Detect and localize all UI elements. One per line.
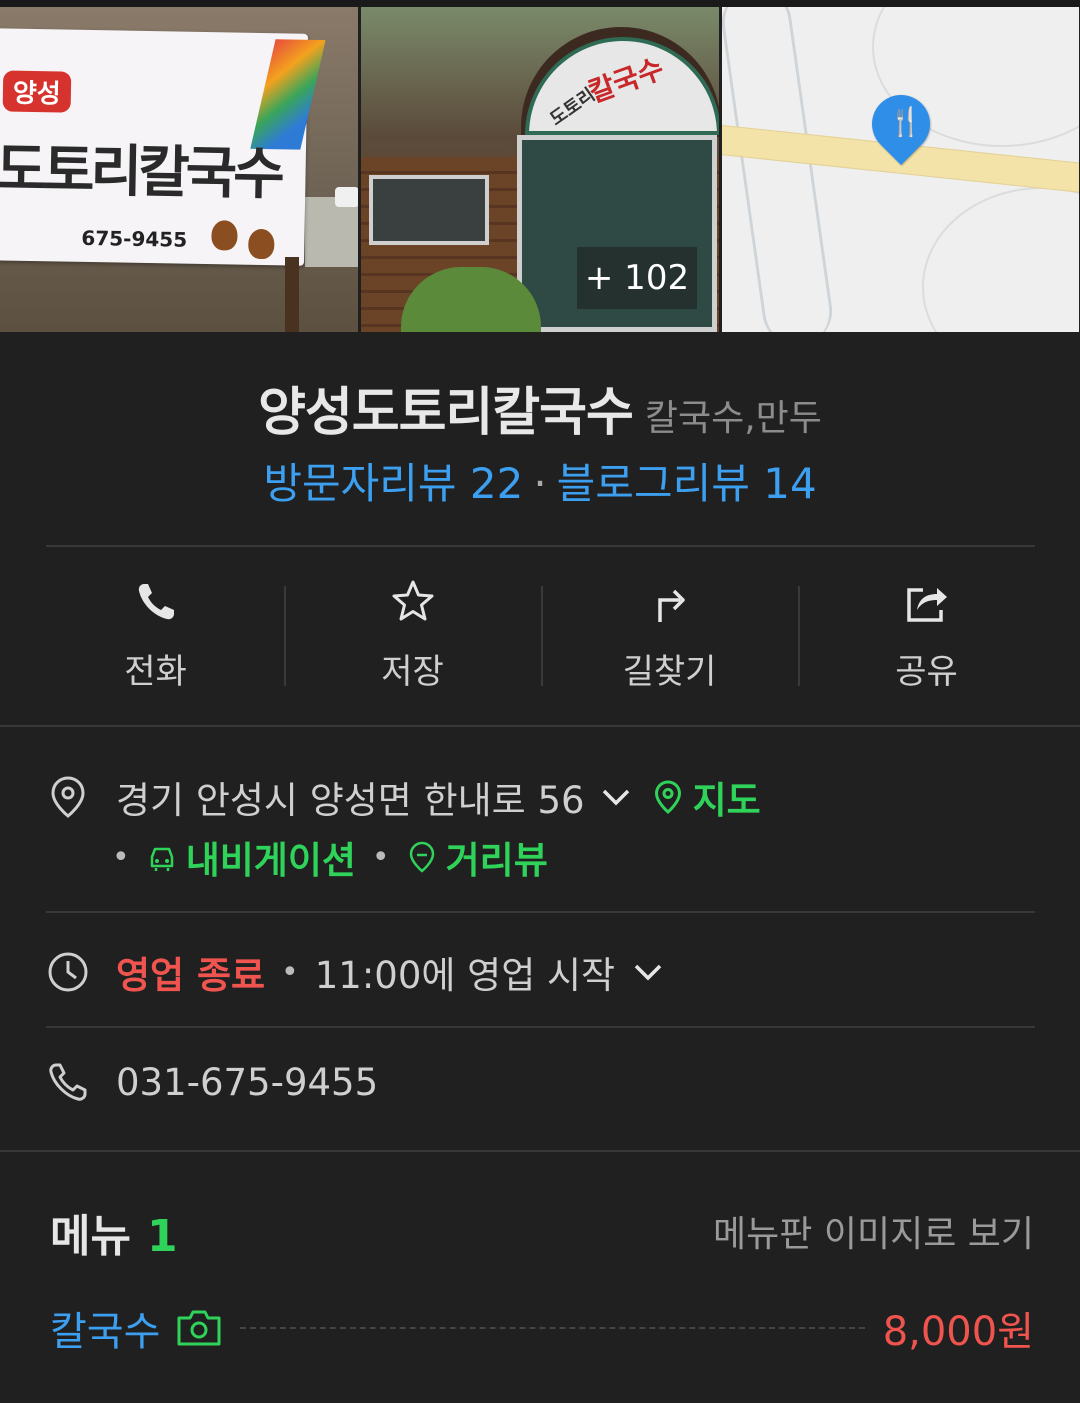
menu-board-link[interactable]: 메뉴판 이미지로 보기 [713,1205,1034,1257]
action-bar: 전화 저장 길찾기 공유 [27,578,1055,698]
address-row: 경기 안성시 양성면 한내로 56 지도 [46,770,761,824]
review-links: 방문자리뷰 22 · 블로그리뷰 14 [0,450,1080,511]
photo-car [335,187,358,207]
save-label: 저장 [381,652,444,692]
fork-knife-icon: 🍴 [888,105,923,138]
photo-sign[interactable]: 양성 도토리칼국수 675-9455 [0,7,358,332]
directions-label: 길찾기 [622,652,717,692]
menu-count: 1 [146,1211,178,1262]
map-pin-icon [654,780,681,814]
camera-icon [177,1310,221,1346]
navigation-link[interactable]: 내비게이션 [186,830,356,884]
status-bar-edge [0,0,1080,7]
menu-item-name: 칼국수 [50,1309,161,1355]
building-window [369,175,489,245]
acorn-icon [211,220,238,251]
separator-dot: • [371,839,390,875]
call-label: 전화 [124,652,187,692]
phone-number: 031-675-9455 [116,1060,379,1104]
visitor-reviews-link[interactable]: 방문자리뷰 22 [263,459,523,508]
acorn-icon [248,228,275,260]
navigation-row: • 내비게이션 • 거리뷰 [112,830,548,884]
more-photos-count[interactable]: + 102 [577,247,697,309]
separator-dot: • [281,954,299,990]
price-leader-line [240,1327,865,1329]
store-signboard: 양성 도토리칼국수 675-9455 [0,28,326,266]
divider [46,911,1035,913]
map-thumbnail[interactable]: 🍴 [722,7,1079,332]
chevron-down-icon[interactable] [631,955,665,989]
menu-item[interactable]: 칼국수 8,000원 [50,1300,1034,1356]
photo-strip: 양성 도토리칼국수 675-9455 칼국수 도토리 + 102 🍴 [0,7,1080,332]
divider [46,1026,1035,1028]
sign-title: 도토리칼국수 [0,137,282,208]
car-icon [150,847,173,871]
street-view-icon [409,841,434,873]
divider [46,545,1035,547]
star-icon [392,580,433,621]
sign-tag: 양성 [2,70,72,113]
separator-dot: • [112,839,130,875]
street-view-link[interactable]: 거리뷰 [446,830,548,884]
map-contour [922,187,1079,332]
chevron-down-icon[interactable] [599,780,633,814]
menu-header: 메뉴 1 [50,1200,178,1264]
separator-dot: · [533,459,547,508]
place-name: 양성도토리칼국수 [258,383,634,443]
save-button[interactable]: 저장 [284,578,541,698]
location-pin-icon [51,776,85,818]
menu-item-price: 8,000원 [882,1309,1034,1355]
blog-reviews-link[interactable]: 블로그리뷰 14 [557,459,817,508]
directions-button[interactable]: 길찾기 [541,578,798,698]
business-status: 영업 종료 [116,954,266,997]
phone-row[interactable]: 031-675-9455 [46,1060,378,1104]
opening-time: 11:00에 영업 시작 [314,954,616,997]
divider [0,1150,1080,1152]
sign-post [285,257,299,332]
place-category: 칼국수,만두 [644,398,822,439]
phone-icon [138,584,174,620]
phone-outline-icon [49,1063,87,1101]
divider [0,725,1080,727]
map-link[interactable]: 지도 [693,770,761,824]
photo-road [305,197,358,267]
place-header: 양성도토리칼국수 칼국수,만두 [0,370,1080,445]
hours-row[interactable]: 영업 종료 • 11:00에 영업 시작 [46,945,665,999]
menu-title: 메뉴 [50,1211,131,1262]
clock-icon [48,952,88,992]
share-button[interactable]: 공유 [798,578,1055,698]
share-icon [906,588,947,622]
directions-icon [657,589,685,622]
photo-building[interactable]: 칼국수 도토리 + 102 [361,7,719,332]
map-river [722,7,837,332]
sign-phone: 675-9455 [81,225,188,252]
call-button[interactable]: 전화 [27,578,284,698]
share-label: 공유 [895,652,958,692]
address-text: 경기 안성시 양성면 한내로 56 [116,779,585,822]
